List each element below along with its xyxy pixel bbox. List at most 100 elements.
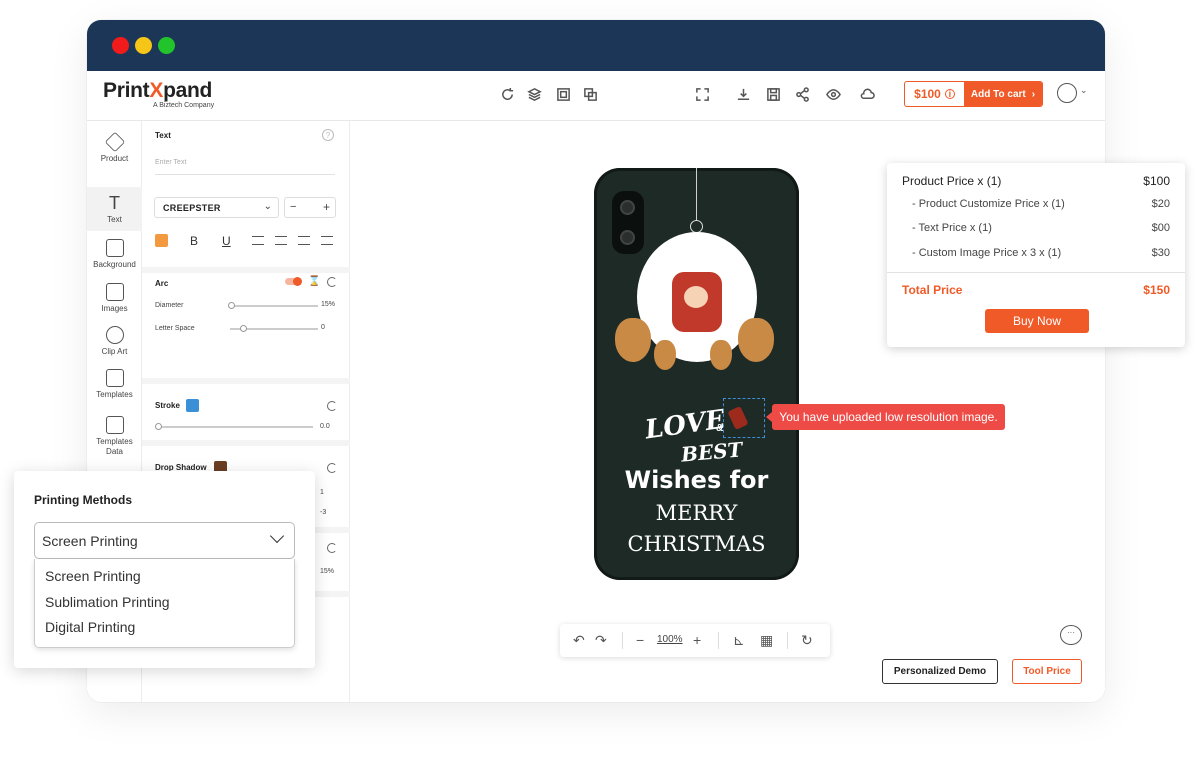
diameter-value: 15%: [321, 301, 336, 308]
fullscreen-icon[interactable]: [693, 85, 711, 103]
arc-toggle[interactable]: [285, 277, 302, 286]
info-icon: i: [944, 89, 955, 99]
chevron-down-icon[interactable]: ⌄: [1080, 85, 1088, 96]
download-icon[interactable]: [734, 85, 752, 103]
stroke-color-swatch[interactable]: [186, 399, 199, 412]
shadow-y-value: -3: [320, 509, 327, 516]
cloud-icon[interactable]: [858, 85, 876, 103]
text-section: Text ? Enter Text CREEPSTER ⌄ − + B U: [142, 121, 350, 273]
buy-now-button[interactable]: Buy Now: [985, 309, 1089, 333]
decrease-font-button[interactable]: −: [290, 201, 296, 213]
reset-arc-icon[interactable]: [327, 277, 337, 287]
redo-icon[interactable]: ↷: [595, 632, 607, 649]
align-center-icon[interactable]: [275, 236, 287, 245]
reset-stroke-icon[interactable]: [327, 401, 337, 411]
stroke-slider[interactable]: [157, 426, 313, 428]
zoom-out-button[interactable]: −: [636, 632, 644, 648]
option-sublimation-printing[interactable]: Sublimation Printing: [45, 594, 170, 610]
layers-icon[interactable]: [525, 85, 543, 103]
printing-method-select[interactable]: Screen Printing: [34, 522, 295, 559]
price-display[interactable]: $100 i: [905, 82, 964, 106]
design-text-christmas[interactable]: CHRISTMAS: [594, 532, 799, 556]
text-icon: T: [109, 193, 120, 213]
minimize-window-button[interactable]: [135, 37, 152, 54]
add-to-cart-button[interactable]: Add To cart ›: [964, 82, 1042, 106]
justify-icon[interactable]: [321, 236, 333, 245]
zoom-in-button[interactable]: +: [693, 632, 701, 648]
separator: [787, 632, 788, 649]
brand-logo[interactable]: PrintXpand A Biztech Company: [103, 79, 214, 109]
chevron-down-icon: [269, 528, 285, 544]
sidebar-item-templates-data[interactable]: Templates Data: [87, 416, 142, 460]
diameter-label: Diameter: [155, 302, 184, 309]
cube-icon: [104, 131, 125, 153]
increase-font-button[interactable]: +: [323, 200, 330, 214]
font-select[interactable]: CREEPSTER ⌄: [154, 197, 279, 218]
design-text-merry[interactable]: MERRY: [594, 501, 799, 525]
sidebar-item-clipart[interactable]: Clip Art: [87, 326, 142, 370]
undo-icon[interactable]: ↶: [573, 632, 585, 649]
reindeer-image[interactable]: [615, 318, 651, 362]
duplicate-icon[interactable]: [581, 85, 599, 103]
zoom-toolbar: ↶ ↷ − 100% + ⊾ ▦ ↻: [560, 624, 830, 657]
maximize-window-button[interactable]: [158, 37, 175, 54]
frame-icon[interactable]: [554, 85, 572, 103]
option-digital-printing[interactable]: Digital Printing: [45, 619, 135, 635]
bold-button[interactable]: B: [190, 234, 198, 248]
align-left-icon[interactable]: [252, 236, 264, 245]
grid-icon[interactable]: ▦: [760, 632, 773, 649]
diameter-slider[interactable]: [230, 305, 318, 307]
letter-space-value: 0: [321, 324, 325, 331]
divider: [887, 272, 1185, 273]
stroke-slider-handle[interactable]: [155, 423, 162, 430]
ruler-icon[interactable]: ⊾: [733, 632, 745, 649]
text-color-swatch[interactable]: [155, 234, 168, 247]
zoom-level[interactable]: 100%: [657, 634, 683, 645]
clipart-icon: [105, 326, 124, 344]
sidebar-item-background[interactable]: Background: [87, 239, 142, 283]
templates-icon: [105, 369, 124, 387]
help-icon[interactable]: ?: [322, 129, 334, 141]
arc-direction-icon[interactable]: ⌛: [308, 276, 320, 287]
underline-button[interactable]: U: [222, 234, 231, 248]
sidebar-item-product[interactable]: Product: [87, 131, 142, 181]
letter-space-slider-handle[interactable]: [240, 325, 247, 332]
close-window-button[interactable]: [112, 37, 129, 54]
refresh-icon[interactable]: [498, 85, 516, 103]
sidebar-item-images[interactable]: Images: [87, 283, 142, 327]
text-input[interactable]: Enter Text: [155, 159, 186, 166]
stroke-section: Stroke 0.0: [142, 384, 350, 446]
align-right-icon[interactable]: [298, 236, 310, 245]
reset-shadow-icon[interactable]: [327, 463, 337, 473]
price-breakdown-card: Product Price x (1) $100 - Product Custom…: [887, 163, 1185, 347]
reindeer-image[interactable]: [654, 340, 676, 370]
extra-value: 15%: [320, 568, 335, 575]
user-avatar-icon[interactable]: [1057, 83, 1077, 103]
brand-name-x: X: [149, 79, 164, 102]
printing-methods-card: Printing Methods Screen Printing Screen …: [14, 471, 315, 668]
personalized-demo-button[interactable]: Personalized Demo: [882, 659, 998, 684]
brand-name-suffix: pand: [163, 79, 213, 102]
letter-space-label: Letter Space: [155, 325, 195, 332]
reset-icon[interactable]: ↻: [801, 632, 813, 649]
reset-extra-icon[interactable]: [327, 543, 337, 553]
save-icon[interactable]: [764, 85, 782, 103]
text-section-title: Text: [155, 131, 171, 140]
design-text-wishes[interactable]: Wishes for: [594, 466, 799, 494]
font-size-stepper[interactable]: − +: [284, 197, 336, 218]
sidebar-item-text[interactable]: T Text: [87, 187, 142, 231]
price-row: - Custom Image Price x 3 x (1) $30: [912, 247, 1170, 259]
reindeer-image[interactable]: [738, 318, 774, 362]
sidebar-item-templates[interactable]: Templates: [87, 369, 142, 413]
chat-icon[interactable]: ···: [1060, 625, 1082, 645]
share-icon[interactable]: [793, 85, 811, 103]
diameter-slider-handle[interactable]: [228, 302, 235, 309]
preview-icon[interactable]: [824, 85, 842, 103]
option-screen-printing[interactable]: Screen Printing: [45, 568, 141, 584]
arc-section: Arc ⌛ Diameter 15% Letter Space 0: [142, 273, 350, 384]
tool-price-button[interactable]: Tool Price: [1012, 659, 1082, 684]
price-add-to-cart: $100 i Add To cart ›: [904, 81, 1043, 107]
reindeer-image[interactable]: [710, 340, 732, 370]
low-resolution-warning: You have uploaded low resolution image.: [766, 404, 1005, 430]
brand-name-prefix: Print: [103, 79, 150, 102]
